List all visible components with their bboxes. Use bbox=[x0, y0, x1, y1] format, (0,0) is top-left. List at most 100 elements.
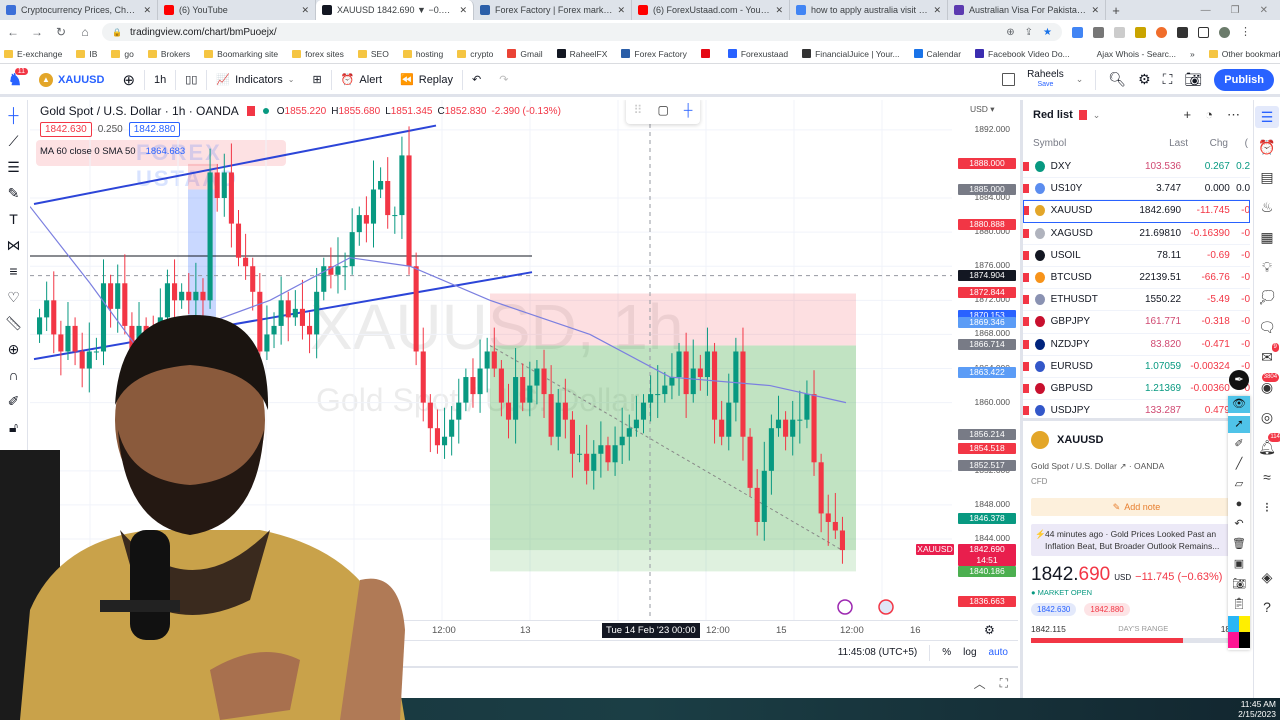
percent-scale-toggle[interactable]: % bbox=[942, 647, 951, 658]
watchlist-row[interactable]: USOIL 78.11 -0.69 -0 bbox=[1023, 245, 1250, 267]
replay-button[interactable]: ⏪ Replay bbox=[391, 64, 462, 96]
price-label[interactable]: 1869.346 bbox=[958, 316, 1016, 328]
layout-name-button[interactable]: Raheels Save bbox=[1027, 69, 1064, 90]
extension-icon[interactable] bbox=[1093, 26, 1104, 38]
price-label[interactable]: 1872.844 bbox=[958, 287, 1016, 299]
sell-button[interactable]: 1842.630 bbox=[40, 122, 92, 137]
chart-type-button[interactable]: ▯▯ bbox=[176, 64, 206, 96]
flag-icon[interactable] bbox=[1023, 162, 1029, 172]
price-scale[interactable]: 1892.000 1884.000 1880.000 1876.000 1872.000… bbox=[916, 100, 1018, 620]
crosshair-icon[interactable]: ┼ bbox=[684, 103, 693, 117]
notifications-bell-icon[interactable]: 🔔︎ 114 bbox=[1258, 433, 1280, 458]
bookmark-item[interactable]: Calendar bbox=[913, 49, 961, 59]
watchlist-row[interactable]: XAGUSD 21.69810 -0.16390 -0 bbox=[1023, 223, 1250, 245]
pen-icon[interactable]: ╱ bbox=[1228, 456, 1250, 473]
camera-icon[interactable]: 📷︎ bbox=[1228, 576, 1250, 593]
bookmark-item[interactable]: hosting bbox=[402, 49, 443, 59]
bookmark-item[interactable] bbox=[700, 49, 714, 58]
ideas-stream-icon[interactable]: ◉ 3804 bbox=[1261, 373, 1280, 398]
system-clock[interactable]: 11:45 AM 2/15/2023 bbox=[1238, 699, 1276, 719]
watchlist-row[interactable]: EURUSD 1.07059 -0.00324 -0 bbox=[1023, 356, 1250, 378]
bookmark-item[interactable]: Boomarking site bbox=[204, 49, 278, 59]
bookmark-star-icon[interactable]: ★ bbox=[1043, 27, 1052, 38]
details-description[interactable]: Gold Spot / U.S. Dollar ↗ · OANDA bbox=[1031, 461, 1242, 472]
bookmark-item[interactable]: IB bbox=[76, 49, 97, 59]
menu-icon[interactable]: ⋮ bbox=[1240, 26, 1251, 38]
add-note-button[interactable]: ✎ Add note bbox=[1031, 498, 1242, 516]
trash-icon[interactable]: 🗑︎ bbox=[1228, 536, 1250, 553]
chevron-up-icon[interactable]: ︿ bbox=[974, 675, 986, 692]
dom-icon[interactable]: ⁝ bbox=[1265, 496, 1269, 518]
auto-scale-toggle[interactable]: auto bbox=[989, 647, 1008, 658]
calendar-icon[interactable]: ▦ bbox=[1260, 226, 1273, 248]
messages-icon[interactable]: ✉ 9 bbox=[1261, 343, 1279, 368]
board-icon[interactable]: ▣ bbox=[1228, 556, 1250, 573]
price-label[interactable]: 1866.714 bbox=[958, 339, 1016, 351]
layers-icon[interactable]: ◈ bbox=[1262, 566, 1273, 588]
flag-icon[interactable] bbox=[1023, 339, 1029, 349]
close-tab-icon[interactable]: ✕ bbox=[301, 5, 309, 16]
column-last[interactable]: Last bbox=[1143, 138, 1188, 149]
column-chg-pct[interactable]: ( bbox=[1228, 138, 1248, 149]
redo-button[interactable]: ↷ bbox=[490, 64, 517, 96]
alert-button[interactable]: ⏰ Alert bbox=[332, 64, 391, 96]
price-label[interactable]: 1840.186 bbox=[958, 565, 1016, 577]
reload-icon[interactable]: ↻ bbox=[54, 25, 68, 39]
gear-icon[interactable]: ⚙ bbox=[1138, 71, 1151, 88]
flag-icon[interactable] bbox=[1023, 250, 1029, 260]
chats-icon[interactable]: 🗨 bbox=[1258, 316, 1276, 338]
puzzle-icon[interactable] bbox=[1177, 26, 1188, 38]
tv-logo[interactable]: ♞ 11 bbox=[0, 65, 30, 95]
pattern-icon[interactable]: ⋈ bbox=[7, 236, 21, 255]
drag-handle-icon[interactable]: ⠿ bbox=[634, 103, 643, 117]
log-scale-toggle[interactable]: log bbox=[963, 647, 976, 658]
close-window-icon[interactable]: ✕ bbox=[1260, 5, 1268, 16]
close-tab-icon[interactable]: ✕ bbox=[143, 5, 151, 16]
price-label[interactable]: 1888.000 bbox=[958, 157, 1016, 169]
bookmark-item[interactable]: crypto bbox=[457, 49, 493, 59]
flag-icon[interactable] bbox=[246, 106, 255, 116]
watchlist-row[interactable]: US10Y 3.747 0.000 0.0 bbox=[1023, 178, 1250, 201]
dot-icon[interactable]: ● bbox=[1228, 496, 1250, 513]
chevron-down-icon[interactable]: ⌄ bbox=[1076, 74, 1084, 85]
color-palette[interactable] bbox=[1228, 616, 1250, 648]
browser-tab[interactable]: Forex Factory | Forex markets fo ✕ bbox=[474, 0, 632, 20]
close-tab-icon[interactable]: ✕ bbox=[775, 5, 783, 16]
close-tab-icon[interactable]: ✕ bbox=[933, 5, 941, 16]
column-symbol[interactable]: Symbol bbox=[1033, 138, 1143, 149]
search-icon[interactable]: 🔍︎ bbox=[1108, 71, 1126, 88]
maximize-panel-icon[interactable]: ⛶ bbox=[1000, 676, 1008, 691]
price-label[interactable]: 1846.378 bbox=[958, 512, 1016, 524]
prediction-icon[interactable]: ≡ bbox=[9, 262, 17, 281]
buy-button[interactable]: 1842.880 bbox=[128, 122, 181, 137]
sidepanel-icon[interactable] bbox=[1198, 26, 1209, 38]
url-input[interactable]: 🔒 tradingview.com/chart/bmPuoejx/ ⊕ ⇪ ★ bbox=[102, 23, 1062, 41]
chat-bubble-icon[interactable]: 💭︎ bbox=[1258, 286, 1276, 308]
watchlist-icon[interactable]: ☰ bbox=[1255, 106, 1279, 128]
price-label[interactable]: 1836.663 bbox=[958, 595, 1016, 607]
price-label[interactable]: 1880.888 bbox=[958, 218, 1016, 230]
browser-tab[interactable]: Australian Visa For Pakistani Cit ✕ bbox=[948, 0, 1106, 20]
undo-icon[interactable]: ↶ bbox=[1228, 516, 1250, 533]
watchlist-row[interactable]: NZDJPY 83.820 -0.471 -0 bbox=[1023, 334, 1250, 356]
data-window-icon[interactable]: ▤ bbox=[1260, 166, 1273, 188]
alarm-clock-icon[interactable]: ⏰ bbox=[1258, 136, 1275, 158]
brush-icon[interactable]: ✎ bbox=[8, 184, 20, 203]
price-label[interactable]: 1856.214 bbox=[958, 428, 1016, 440]
price-label[interactable]: 1842.690 14:51 bbox=[958, 544, 1016, 567]
browser-tab[interactable]: Cryptocurrency Prices, Charts Ar ✕ bbox=[0, 0, 158, 20]
watchlist-row[interactable]: GBPUSD 1.21369 -0.00360 -0 bbox=[1023, 378, 1250, 401]
bookmark-item[interactable]: Gmail bbox=[507, 49, 543, 59]
bookmark-item[interactable]: go bbox=[111, 49, 134, 59]
browser-tab[interactable]: XAUUSD 1842.690 ▼ −0.63% Ra ✕ bbox=[316, 0, 474, 20]
price-label[interactable]: 1863.422 bbox=[958, 367, 1016, 379]
maximize-icon[interactable]: ❐ bbox=[1231, 5, 1240, 16]
clock-label[interactable]: 11:45:08 (UTC+5) bbox=[838, 647, 918, 658]
bookmark-item[interactable]: Forex Factory bbox=[621, 49, 687, 59]
column-chg[interactable]: Chg bbox=[1188, 138, 1228, 149]
back-icon[interactable]: ← bbox=[6, 25, 20, 39]
broadcast-icon[interactable]: ◎ bbox=[1261, 406, 1273, 428]
close-tab-icon[interactable]: ✕ bbox=[617, 5, 625, 16]
indicators-button[interactable]: 📈 Indicators ⌄ bbox=[207, 64, 303, 96]
profile-avatar[interactable] bbox=[1219, 26, 1230, 38]
